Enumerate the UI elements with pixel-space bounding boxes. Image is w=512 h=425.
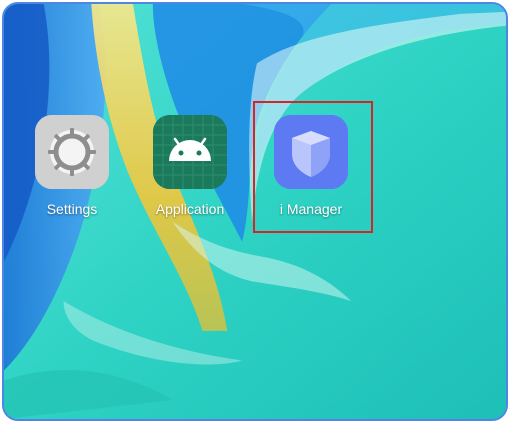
settings-app[interactable]: Settings (27, 115, 117, 225)
application-app-label: Application (155, 201, 225, 217)
settings-app-label: Settings (46, 201, 98, 217)
i-manager-app-label: i Manager (279, 201, 343, 217)
i-manager-app-tile (274, 115, 348, 189)
shield-icon (274, 115, 348, 189)
settings-app-tile (35, 115, 109, 189)
i-manager-app[interactable]: i Manager (266, 115, 356, 225)
application-app-tile (153, 115, 227, 189)
gear-icon (35, 115, 109, 189)
android-icon (153, 115, 227, 189)
home-screen: Settings Application i Manager (2, 2, 508, 421)
application-app[interactable]: Application (145, 115, 235, 225)
